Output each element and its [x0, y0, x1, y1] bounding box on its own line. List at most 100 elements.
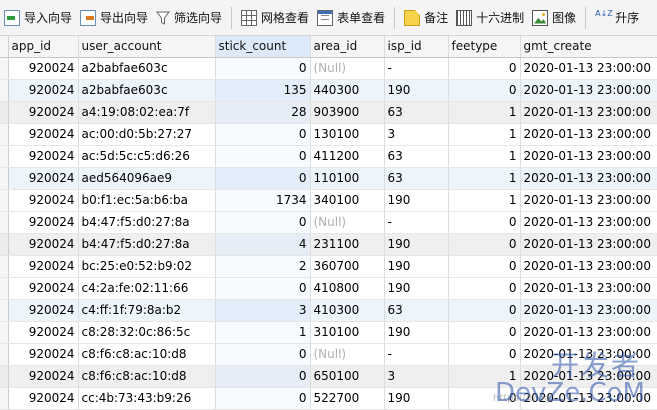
cell-area-id[interactable]: 440300 [310, 79, 385, 102]
cell-isp-id[interactable]: 190 [384, 233, 449, 256]
row-indicator[interactable] [0, 189, 9, 212]
cell-stick-count[interactable]: 28 [215, 101, 311, 124]
column-header-app-id[interactable]: app_id [8, 36, 79, 58]
table-row[interactable]: 920024 b4:47:f5:d0:27:8a 4 231100 190 0 2020-0… [0, 233, 657, 256]
cell-stick-count[interactable]: 0 [215, 167, 311, 190]
cell-stick-count[interactable]: 2 [215, 255, 311, 278]
cell-isp-id[interactable]: 3 [384, 365, 449, 388]
cell-app-id[interactable]: 920024 [8, 57, 79, 80]
cell-area-id[interactable]: 410300 [310, 299, 385, 322]
cell-gmt-create[interactable]: 2020-01-13 23:00:00 [520, 321, 657, 344]
cell-gmt-create[interactable]: 2020-01-13 23:00:00 [520, 255, 657, 278]
cell-stick-count[interactable]: 1734 [215, 189, 311, 212]
table-row[interactable]: 920024 bc:25:e0:52:b9:02 2 360700 190 0 2020-0… [0, 255, 657, 278]
column-header-isp-id[interactable]: isp_id [384, 36, 449, 58]
cell-stick-count[interactable]: 0 [215, 365, 311, 388]
cell-isp-id[interactable]: 190 [384, 189, 449, 212]
cell-feetype[interactable]: 0 [448, 233, 521, 256]
cell-app-id[interactable]: 920024 [8, 189, 79, 212]
column-header-feetype[interactable]: feetype [448, 36, 521, 58]
cell-isp-id[interactable]: 190 [384, 79, 449, 102]
cell-area-id[interactable]: 340100 [310, 189, 385, 212]
cell-feetype[interactable]: 1 [448, 189, 521, 212]
cell-isp-id[interactable]: 3 [384, 123, 449, 146]
cell-gmt-create[interactable]: 2020-01-13 23:00:00 [520, 123, 657, 146]
cell-app-id[interactable]: 920024 [8, 255, 79, 278]
cell-user-account[interactable]: cc:4b:73:43:b9:26 [78, 387, 216, 410]
cell-user-account[interactable]: a4:19:08:02:ea:7f [78, 101, 216, 124]
cell-stick-count[interactable]: 0 [215, 387, 311, 410]
cell-area-id[interactable]: 130100 [310, 123, 385, 146]
cell-feetype[interactable]: 1 [448, 365, 521, 388]
cell-isp-id[interactable]: 190 [384, 255, 449, 278]
cell-area-id[interactable]: (Null) [310, 211, 385, 234]
cell-user-account[interactable]: c8:28:32:0c:86:5c [78, 321, 216, 344]
cell-area-id[interactable]: 522700 [310, 387, 385, 410]
grid-view-button[interactable]: 网格查看 [237, 6, 313, 30]
cell-stick-count[interactable]: 1 [215, 321, 311, 344]
cell-area-id[interactable]: 231100 [310, 233, 385, 256]
cell-app-id[interactable]: 920024 [8, 145, 79, 168]
cell-gmt-create[interactable]: 2020-01-13 23:00:00 [520, 145, 657, 168]
cell-feetype[interactable]: 1 [448, 145, 521, 168]
cell-isp-id[interactable]: 63 [384, 101, 449, 124]
cell-stick-count[interactable]: 0 [215, 277, 311, 300]
cell-user-account[interactable]: c4:ff:1f:79:8a:b2 [78, 299, 216, 322]
cell-app-id[interactable]: 920024 [8, 211, 79, 234]
cell-gmt-create[interactable]: 2020-01-13 23:00:00 [520, 57, 657, 80]
row-indicator[interactable] [0, 365, 9, 388]
table-row[interactable]: 920024 a4:19:08:02:ea:7f 28 903900 63 1 2020-0… [0, 101, 657, 124]
cell-isp-id[interactable]: - [384, 57, 449, 80]
cell-gmt-create[interactable]: 2020-01-13 23:00:00 [520, 299, 657, 322]
cell-app-id[interactable]: 920024 [8, 79, 79, 102]
cell-feetype[interactable]: 0 [448, 343, 521, 366]
cell-gmt-create[interactable]: 2020-01-13 23:00:00 [520, 387, 657, 410]
cell-feetype[interactable]: 1 [448, 101, 521, 124]
column-header-stick-count[interactable]: stick_count [215, 36, 311, 58]
table-row[interactable]: 920024 a2babfae603c 135 440300 190 0 2020-01-1… [0, 79, 657, 102]
cell-isp-id[interactable]: - [384, 211, 449, 234]
column-header-user-account[interactable]: user_account [78, 36, 216, 58]
table-row[interactable]: 920024 c4:ff:1f:79:8a:b2 3 410300 63 0 2020-01… [0, 299, 657, 322]
cell-app-id[interactable]: 920024 [8, 321, 79, 344]
cell-user-account[interactable]: ac:00:d0:5b:27:27 [78, 123, 216, 146]
cell-user-account[interactable]: c8:f6:c8:ac:10:d8 [78, 365, 216, 388]
cell-isp-id[interactable]: 63 [384, 145, 449, 168]
cell-user-account[interactable]: aed564096ae9 [78, 167, 216, 190]
row-indicator[interactable] [0, 167, 9, 190]
cell-gmt-create[interactable]: 2020-01-13 23:00:00 [520, 189, 657, 212]
form-view-button[interactable]: 表单查看 [313, 6, 389, 30]
cell-app-id[interactable]: 920024 [8, 123, 79, 146]
cell-isp-id[interactable]: 63 [384, 167, 449, 190]
table-row[interactable]: 920024 c8:28:32:0c:86:5c 1 310100 190 0 2020-0… [0, 321, 657, 344]
cell-app-id[interactable]: 920024 [8, 387, 79, 410]
cell-area-id[interactable]: (Null) [310, 57, 385, 80]
export-wizard-button[interactable]: 导出向导 [76, 6, 152, 30]
cell-feetype[interactable]: 1 [448, 123, 521, 146]
row-indicator[interactable] [0, 101, 9, 124]
cell-app-id[interactable]: 920024 [8, 233, 79, 256]
cell-user-account[interactable]: ac:5d:5c:c5:d6:26 [78, 145, 216, 168]
cell-user-account[interactable]: a2babfae603c [78, 57, 216, 80]
cell-area-id[interactable]: 310100 [310, 321, 385, 344]
table-row[interactable]: 920024 b4:47:f5:d0:27:8a 0 (Null) -0 2020-01-… [0, 211, 657, 234]
data-grid[interactable]: app_id user_account stick_count area_id isp_… [0, 36, 657, 410]
cell-isp-id[interactable]: 63 [384, 299, 449, 322]
cell-area-id[interactable]: (Null) [310, 343, 385, 366]
table-row[interactable]: 920024 c4:2a:fe:02:11:66 0 410800 190 0 2020-0… [0, 277, 657, 300]
table-row[interactable]: 920024 aed564096ae9 0 110100 63 1 2020-01-13 2… [0, 167, 657, 190]
cell-area-id[interactable]: 903900 [310, 101, 385, 124]
cell-feetype[interactable]: 0 [448, 299, 521, 322]
cell-isp-id[interactable]: 190 [384, 277, 449, 300]
cell-stick-count[interactable]: 4 [215, 233, 311, 256]
cell-gmt-create[interactable]: 2020-01-13 23:00:00 [520, 277, 657, 300]
cell-feetype[interactable]: 0 [448, 79, 521, 102]
cell-area-id[interactable]: 411200 [310, 145, 385, 168]
table-row[interactable]: 920024 b0:f1:ec:5a:b6:ba 1734 340100 190 1 202… [0, 189, 657, 212]
column-header-gmt-create[interactable]: gmt_create [520, 36, 657, 58]
row-indicator[interactable] [0, 79, 9, 102]
cell-app-id[interactable]: 920024 [8, 343, 79, 366]
row-indicator[interactable] [0, 57, 9, 80]
row-indicator[interactable] [0, 277, 9, 300]
row-indicator[interactable] [0, 211, 9, 234]
